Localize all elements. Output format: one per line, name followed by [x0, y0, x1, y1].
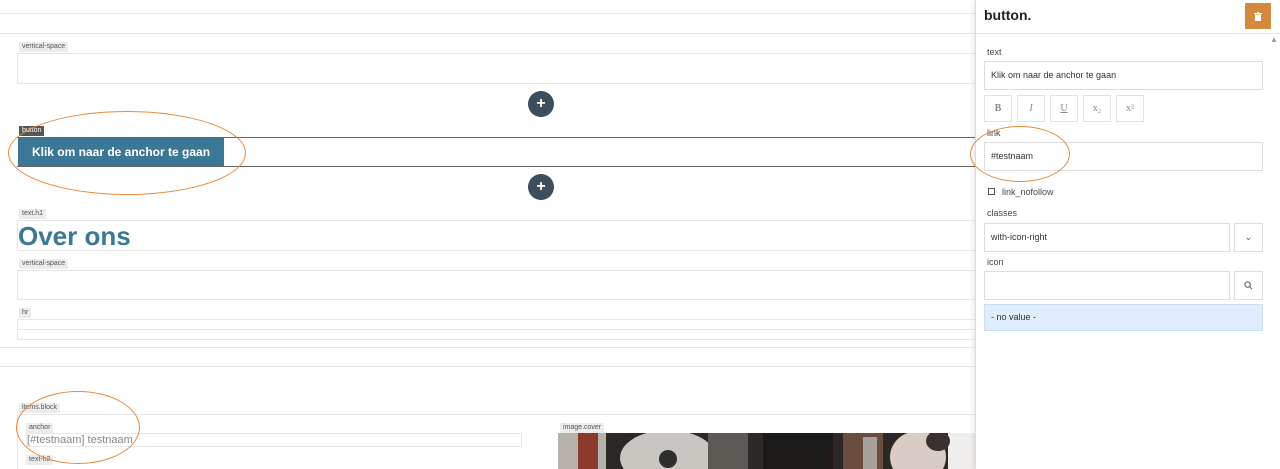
- anchor-value[interactable]: [#testnaam] testnaam: [26, 433, 522, 447]
- cover-image[interactable]: [558, 433, 975, 469]
- block-tag-button[interactable]: button: [19, 126, 45, 136]
- section-divider: [0, 347, 975, 348]
- section-divider: [0, 13, 975, 14]
- link-field[interactable]: #testnaam: [984, 142, 1263, 171]
- classes-field[interactable]: with-icon-right: [984, 223, 1230, 252]
- superscript-button[interactable]: x²: [1116, 95, 1144, 122]
- page-canvas: vertical-space + button Klik om naar de …: [0, 0, 975, 469]
- panel-title: button.: [984, 7, 1032, 23]
- scroll-up-icon[interactable]: ▲: [1270, 35, 1278, 44]
- block-tag-image-cover[interactable]: image.cover: [560, 423, 605, 433]
- block-tag-text-h2[interactable]: text-h2: [26, 455, 54, 465]
- block-tag-anchor[interactable]: anchor: [26, 423, 54, 433]
- subscript-button[interactable]: x₂: [1083, 95, 1111, 122]
- delete-block-button[interactable]: [1245, 3, 1271, 29]
- anchor-link-button[interactable]: Klik om naar de anchor te gaan: [18, 138, 224, 166]
- nofollow-label[interactable]: link_nofollow: [1002, 187, 1054, 197]
- page-heading[interactable]: Over ons: [18, 222, 131, 250]
- block-tag-vertical-space[interactable]: vertical-space: [19, 42, 69, 52]
- add-block-button[interactable]: +: [528, 174, 554, 200]
- link-label: link: [987, 128, 1001, 138]
- cover-image-photo: [558, 433, 975, 469]
- properties-panel: button. ▲ text Klik om naar de anchor te…: [970, 0, 1280, 469]
- trash-icon: [1254, 11, 1262, 21]
- search-icon: [1244, 281, 1253, 290]
- no-value-option[interactable]: - no value -: [984, 304, 1263, 331]
- underline-button[interactable]: U: [1050, 95, 1078, 122]
- vertical-space-block[interactable]: [17, 53, 975, 84]
- text-field[interactable]: Klik om naar de anchor te gaan: [984, 61, 1263, 90]
- panel-divider: [976, 33, 1280, 34]
- vertical-space-block[interactable]: [17, 270, 975, 300]
- section-divider: [0, 33, 975, 34]
- chevron-down-icon: ⌄: [1244, 232, 1253, 243]
- block-tag-items-block[interactable]: items.block: [19, 403, 61, 413]
- section-divider: [0, 366, 975, 367]
- block-tag-hr[interactable]: hr: [19, 308, 32, 318]
- text-h1-block[interactable]: [17, 220, 975, 251]
- italic-button[interactable]: I: [1017, 95, 1045, 122]
- plus-icon: +: [536, 178, 546, 195]
- text-label: text: [987, 47, 1002, 57]
- icon-search-button[interactable]: [1234, 271, 1263, 300]
- block-tag-vertical-space[interactable]: vertical-space: [19, 259, 69, 269]
- bold-button[interactable]: B: [984, 95, 1012, 122]
- classes-dropdown-button[interactable]: ⌄: [1234, 223, 1263, 252]
- classes-label: classes: [987, 208, 1018, 218]
- icon-label: icon: [987, 257, 1004, 267]
- plus-icon: +: [536, 95, 546, 112]
- horizontal-rule: [17, 329, 975, 330]
- block-tag-text-h1[interactable]: text.h1: [19, 209, 47, 219]
- nofollow-checkbox[interactable]: [988, 188, 995, 195]
- add-block-button[interactable]: +: [528, 91, 554, 117]
- icon-field[interactable]: [984, 271, 1230, 300]
